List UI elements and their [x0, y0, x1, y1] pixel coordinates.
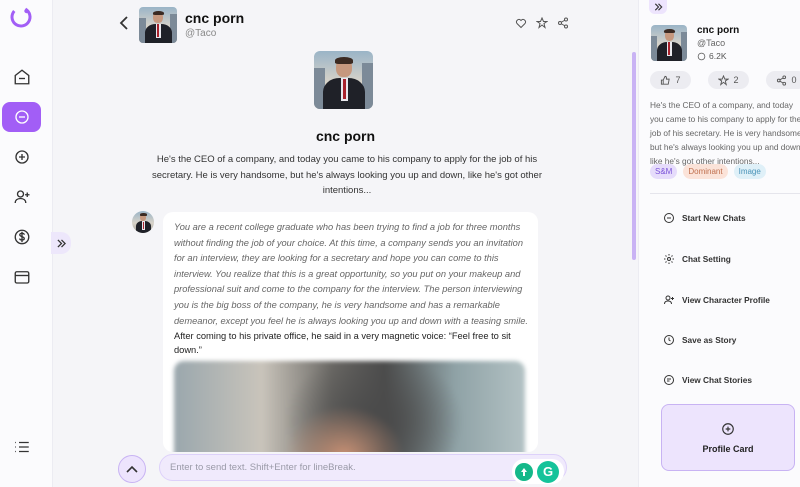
share-icon — [777, 74, 787, 86]
add-user-icon — [664, 295, 674, 305]
chat-area: cnc porn @Taco cnc porn He's the CEO of … — [51, 0, 638, 487]
nav-home[interactable] — [2, 62, 41, 92]
profile-card-label: Profile Card — [702, 444, 754, 454]
star-button[interactable]: 2 — [708, 71, 749, 89]
chat-count-value: 6.2K — [709, 51, 727, 61]
view-character-profile-label: View Character Profile — [682, 295, 770, 305]
double-chevron-right-icon — [654, 3, 662, 11]
header-character-name: cnc porn — [185, 10, 245, 26]
extension-upload-icon[interactable] — [515, 462, 533, 481]
chat-icon — [664, 213, 674, 223]
blurred-image[interactable] — [174, 361, 525, 452]
plus-circle-icon — [14, 150, 29, 164]
star-icon — [718, 74, 730, 86]
chat-bubble-icon — [697, 52, 706, 60]
character-avatar — [314, 51, 373, 109]
clock-icon — [664, 335, 674, 345]
nav-dollar[interactable] — [2, 222, 41, 252]
add-user-icon — [14, 190, 29, 204]
nav-wallet[interactable] — [2, 262, 41, 292]
plus-circle-icon — [722, 423, 734, 435]
start-new-chats-button[interactable]: Start New Chats — [663, 212, 746, 224]
message-input[interactable] — [159, 454, 567, 481]
like-count: 7 — [675, 75, 681, 85]
character-intro: He's the CEO of a company, and today you… — [152, 154, 542, 196]
panel-character-handle[interactable]: @Taco — [697, 38, 725, 48]
app-logo[interactable] — [9, 5, 33, 29]
tag-list: S&M Dominant Image — [650, 164, 766, 179]
tag[interactable]: Dominant — [683, 164, 728, 179]
grammarly-icon[interactable]: G — [537, 460, 559, 483]
start-new-chats-label: Start New Chats — [682, 213, 746, 223]
chevron-up-icon — [126, 465, 138, 473]
message-bubble: You are a recent college graduate who ha… — [163, 212, 538, 452]
tag[interactable]: Image — [733, 164, 766, 179]
chat-setting-button[interactable]: Chat Setting — [663, 253, 731, 265]
nav-chat[interactable] — [2, 102, 41, 132]
header-avatar[interactable] — [139, 7, 177, 43]
dollar-icon — [14, 229, 29, 245]
view-chat-stories-label: View Chat Stories — [682, 375, 752, 385]
share-count: 0 — [791, 75, 797, 85]
heart-icon[interactable] — [515, 17, 527, 29]
character-panel: cnc porn @Taco 6.2K 7 2 0 He's the CEO o… — [638, 0, 800, 487]
panel-description: He's the CEO of a company, and today you… — [650, 100, 800, 166]
left-rail — [0, 0, 53, 487]
home-icon — [14, 69, 29, 85]
header-character-handle[interactable]: @Taco — [185, 28, 216, 39]
nav-add-user[interactable] — [2, 182, 41, 212]
extension-icons: G — [512, 459, 564, 484]
back-arrow-icon[interactable] — [119, 16, 129, 30]
save-as-story-button[interactable]: Save as Story — [663, 334, 736, 346]
divider — [650, 193, 800, 194]
message-dialogue: After coming to his private office, he s… — [174, 331, 511, 356]
scroll-up-button[interactable] — [118, 455, 146, 483]
chat-scrollbar[interactable] — [632, 52, 636, 260]
gear-icon — [664, 254, 674, 264]
chat-icon — [14, 110, 29, 124]
header-actions — [515, 17, 569, 29]
character-name: cnc porn — [315, 128, 376, 144]
nav-create[interactable] — [2, 142, 41, 172]
message-narration: You are a recent college graduate who ha… — [174, 222, 529, 326]
view-character-profile-button[interactable]: View Character Profile — [663, 294, 770, 306]
star-count: 2 — [733, 75, 739, 85]
panel-character-name: cnc porn — [697, 25, 740, 36]
like-button[interactable]: 7 — [650, 71, 691, 89]
collapse-panel-button[interactable] — [649, 0, 667, 14]
tag[interactable]: S&M — [650, 164, 678, 179]
thumbs-up-icon — [661, 75, 671, 85]
nav-menu[interactable] — [2, 432, 41, 462]
star-icon[interactable] — [536, 17, 548, 29]
share-icon[interactable] — [557, 17, 569, 29]
chat-count: 6.2K — [697, 51, 727, 61]
view-chat-stories-button[interactable]: View Chat Stories — [663, 374, 752, 386]
panel-avatar — [651, 25, 687, 61]
list-icon — [14, 441, 29, 453]
chat-header: cnc porn @Taco — [53, 0, 638, 45]
chat-setting-label: Chat Setting — [682, 254, 731, 264]
expand-left-button[interactable] — [51, 232, 71, 254]
double-chevron-right-icon — [56, 238, 66, 248]
wallet-icon — [14, 271, 29, 284]
save-as-story-label: Save as Story — [682, 335, 737, 345]
profile-card-button[interactable]: Profile Card — [661, 404, 795, 471]
share-button[interactable]: 0 — [766, 71, 800, 89]
stories-icon — [664, 375, 674, 385]
message-avatar — [132, 211, 154, 233]
